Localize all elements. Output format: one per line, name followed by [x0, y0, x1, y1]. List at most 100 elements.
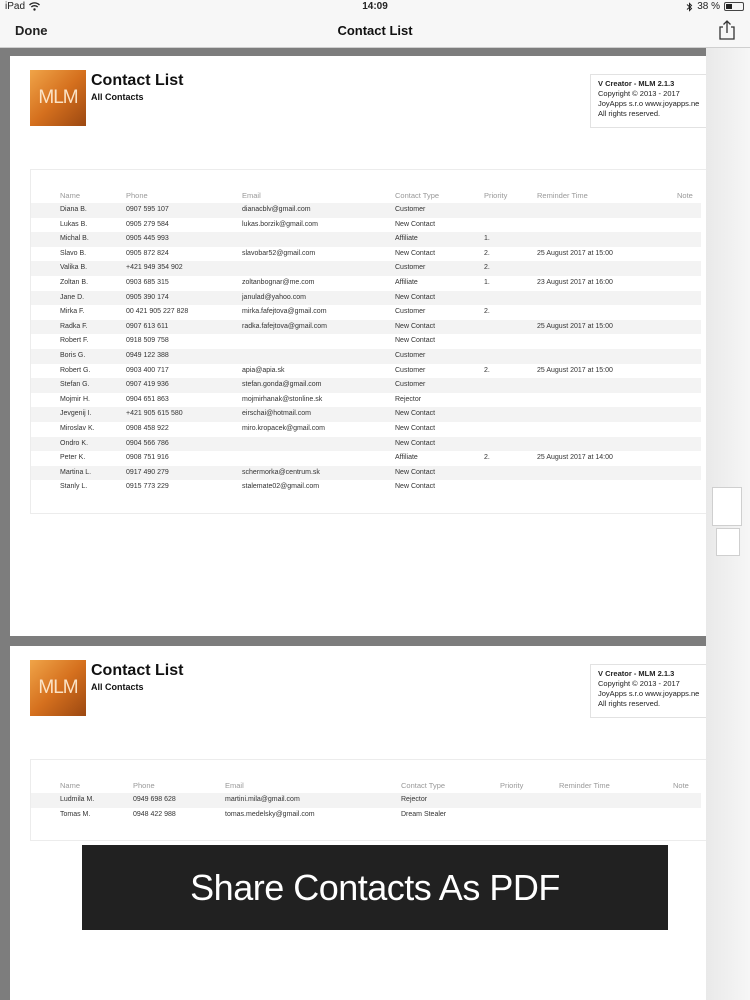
table-row[interactable]: Ludmila M. 0949 698 628 martini.mila@gmail…	[31, 793, 701, 808]
column-header-reminder-time: Reminder Time	[559, 781, 610, 790]
column-header-name: Name	[60, 191, 81, 200]
table-row[interactable]: Ondro K. 0904 566 786 New Contact	[31, 436, 701, 452]
battery-icon	[724, 2, 744, 11]
column-header-name: Name	[60, 781, 81, 790]
cell-phone: 0917 490 279	[126, 468, 169, 476]
cell-contact-type: Customer	[395, 381, 426, 389]
bluetooth-icon	[686, 1, 693, 12]
app-info-box: V Creator - MLM 2.1.3 Copyright © 2013 -…	[590, 664, 706, 718]
document-subtitle: All Contacts	[91, 92, 144, 102]
table-row[interactable]: Robert G. 0903 400 717 apia@apia.sk Custome…	[31, 364, 701, 379]
cell-contact-type: New Contact	[395, 293, 436, 301]
column-header-note: Note	[673, 781, 689, 790]
mlm-logo: MLM	[30, 70, 86, 126]
cell-phone: 0905 390 174	[126, 293, 169, 301]
cell-name: Boris G.	[60, 352, 86, 359]
table-row[interactable]: Radka F. 0907 613 611 radka.fafejtova@gmai…	[31, 319, 701, 335]
table-row[interactable]: Zoltan B. 0903 685 315 zoltanbognar@me.com…	[31, 276, 701, 291]
cell-phone: 0907 419 936	[126, 381, 169, 389]
column-header-reminder-time: Reminder Time	[537, 191, 588, 200]
table-row[interactable]: Robert F. 0918 509 758 New Contact	[31, 334, 701, 349]
cell-name: Stefan G.	[60, 381, 90, 389]
cell-name: Ludmila M.	[60, 796, 95, 803]
cell-phone: 0915 773 229	[126, 483, 169, 491]
copyright: Copyright © 2013 - 2017	[598, 89, 680, 98]
cell-name: Lukas B.	[60, 220, 88, 228]
cell-contact-type: Customer	[395, 308, 426, 316]
cell-reminder-time: 25 August 2017 at 15:00	[537, 322, 613, 330]
cell-name: Tomas M.	[60, 810, 91, 818]
cell-name: Stanly L.	[60, 483, 88, 491]
cell-contact-type: New Contact	[395, 468, 436, 476]
cell-name: Robert F.	[60, 337, 89, 345]
cell-email: martini.mila@gmail.com	[225, 796, 300, 803]
column-header-priority: Priority	[500, 781, 524, 790]
table-row[interactable]: Jevgenij I. +421 905 615 580 eirschai@hotm…	[31, 407, 701, 422]
cell-priority: 2.	[484, 366, 490, 374]
table-row[interactable]: Peter K. 0908 751 916 Affiliate 2. 25 August…	[31, 451, 701, 466]
column-header-email: Email	[225, 781, 244, 790]
cell-phone: 0903 400 717	[126, 366, 169, 374]
cell-priority: 2.	[484, 249, 490, 257]
cell-name: Radka F.	[60, 322, 88, 330]
cell-contact-type: Affiliate	[395, 279, 418, 286]
cell-email: tomas.medelsky@gmail.com	[225, 810, 315, 818]
cell-contact-type: New Contact	[395, 322, 436, 330]
cell-contact-type: Customer	[395, 366, 426, 374]
battery-percent: 38 %	[697, 1, 720, 12]
cell-name: Robert G.	[60, 366, 91, 374]
cell-reminder-time: 25 August 2017 at 14:00	[537, 454, 613, 462]
column-header-phone: Phone	[126, 191, 148, 200]
table-row[interactable]: Diana B. 0907 595 107 dianacblv@gmail.com C…	[31, 203, 701, 218]
cell-name: Mojmir H.	[60, 395, 90, 403]
cell-reminder-time: 23 August 2017 at 16:00	[537, 279, 613, 286]
column-header-contact-type: Contact Type	[401, 781, 446, 790]
column-header-phone: Phone	[133, 781, 155, 790]
cell-phone: 0905 279 584	[126, 220, 169, 228]
company: JoyApps s.r.o www.joyapps.ne	[598, 99, 700, 108]
contacts-table: Name Phone Email Contact Type Priority Remind…	[30, 759, 706, 841]
mlm-logo: MLM	[30, 660, 86, 716]
table-row[interactable]: Stefan G. 0907 419 936 stefan.gonda@gmail.…	[31, 378, 701, 393]
table-row[interactable]: Lukas B. 0905 279 584 lukas.borzik@gmail.c…	[31, 218, 701, 233]
cell-name: Jevgenij I.	[60, 410, 92, 418]
clock: 14:09	[362, 1, 388, 12]
table-row[interactable]: Boris G. 0949 122 388 Customer	[31, 349, 701, 364]
table-row[interactable]: Jane D. 0905 390 174 janulad@yahoo.com New …	[31, 290, 701, 306]
column-header-note: Note	[677, 191, 693, 200]
cell-name: Slavo B.	[60, 249, 87, 257]
table-row[interactable]: Miroslav K. 0908 458 922 miro.kropacek@gma…	[31, 422, 701, 437]
table-row[interactable]: Michal B. 0905 445 993 Affiliate 1.	[31, 232, 701, 247]
app-version: V Creator - MLM 2.1.3	[598, 79, 675, 88]
table-row[interactable]: Mirka F. 00 421 905 227 828 mirka.fafejtov…	[31, 305, 701, 320]
cell-email: mojmirhanak@stonline.sk	[242, 395, 323, 403]
cell-name: Zoltan B.	[60, 279, 89, 286]
cell-email: stefan.gonda@gmail.com	[242, 381, 322, 389]
cell-name: Martina L.	[60, 468, 92, 476]
contacts-table: Name Phone Email Contact Type Priority Remind…	[30, 169, 706, 514]
share-icon[interactable]	[718, 20, 736, 40]
cell-email: dianacblv@gmail.com	[242, 206, 311, 213]
cell-phone: 0949 698 628	[133, 796, 176, 803]
company: JoyApps s.r.o www.joyapps.ne	[598, 689, 700, 698]
cell-contact-type: Rejector	[401, 796, 428, 803]
table-row[interactable]: Mojmir H. 0904 651 863 mojmirhanak@stonlin…	[31, 393, 701, 408]
promo-banner: Share Contacts As PDF	[82, 845, 668, 930]
cell-contact-type: Affiliate	[395, 235, 418, 243]
table-row[interactable]: Valika B. +421 949 354 902 Customer 2.	[31, 261, 701, 276]
cell-priority: 2.	[484, 308, 490, 316]
page-thumbnail-2[interactable]	[716, 528, 740, 556]
table-row[interactable]: Slavo B. 0905 872 824 slavobar52@gmail.com…	[31, 247, 701, 262]
table-row[interactable]: Martina L. 0917 490 279 schermorka@centrum…	[31, 465, 701, 481]
table-header: Name Phone Email Contact Type Priority Remind…	[31, 188, 701, 203]
page-thumbnail-1[interactable]	[712, 487, 742, 526]
table-row[interactable]: Stanly L. 0915 773 229 stalemate02@gmail.c…	[31, 480, 701, 495]
cell-phone: 0949 122 388	[126, 352, 169, 359]
table-row[interactable]: Tomas M. 0948 422 988 tomas.medelsky@gmail…	[31, 808, 701, 823]
cell-email: mirka.fafejtova@gmail.com	[242, 308, 327, 316]
cell-contact-type: New Contact	[395, 220, 436, 228]
cell-name: Mirka F.	[60, 308, 85, 316]
copyright: Copyright © 2013 - 2017	[598, 679, 680, 688]
app-info-box: V Creator - MLM 2.1.3 Copyright © 2013 -…	[590, 74, 706, 128]
cell-email: lukas.borzik@gmail.com	[242, 220, 318, 228]
